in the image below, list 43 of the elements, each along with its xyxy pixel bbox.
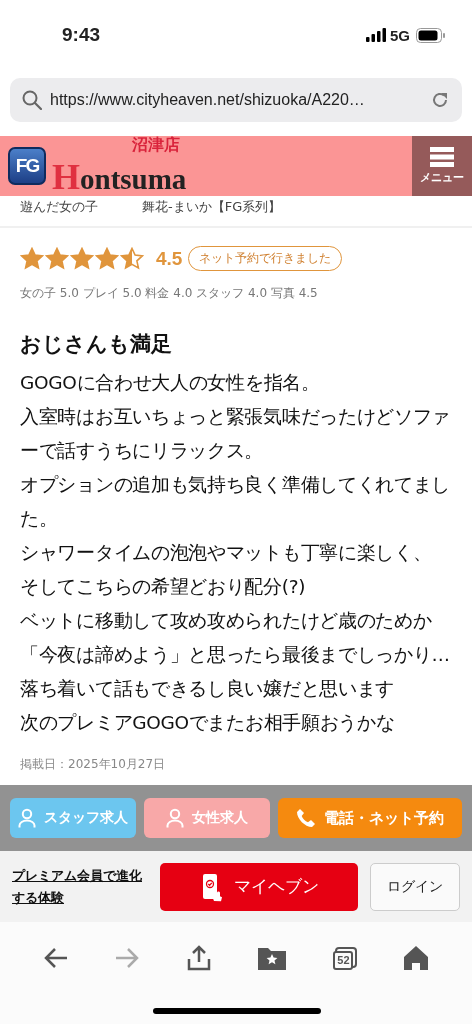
address-bar[interactable]: https://www.cityheaven.net/shizuoka/A220… xyxy=(10,78,462,122)
menu-button[interactable]: メニュー xyxy=(412,136,472,196)
url-text: https://www.cityheaven.net/shizuoka/A220… xyxy=(50,91,366,109)
review-text: 次のプレミアGOGOでまたお相手願おうかな xyxy=(20,711,396,735)
review-title: おじさんも満足 xyxy=(20,331,173,358)
share-icon[interactable] xyxy=(186,945,213,971)
review-text: 「今夜は諦めよう」と思ったら最後までしっかり… xyxy=(20,643,451,667)
search-icon xyxy=(22,90,42,110)
premium-link[interactable]: プレミアム会員で進化する体験 xyxy=(12,864,148,909)
person-icon xyxy=(18,808,36,828)
mypage-button[interactable]: マイヘブン xyxy=(160,862,358,911)
review-text: オプションの追加も気持ち良く準備してくれてました。 xyxy=(20,473,452,531)
branch-name: 沼津店 xyxy=(132,134,181,156)
review-text: 入室時はお互いちょっと緊張気味だったけどソファーで話すうちにリラックス。 xyxy=(20,405,452,463)
field-label: 遊んだ女の子 xyxy=(20,198,98,216)
clock-time: 9:43 xyxy=(62,24,102,46)
review-text: 落ち着いて話もできるし良い嬢だと思います xyxy=(20,677,395,701)
half-star-icon xyxy=(120,247,144,270)
review-text: ベットに移動して攻め攻められたけど歳のためか xyxy=(20,609,433,633)
review-text: そしてこちらの希望どおり配分(?) xyxy=(20,575,307,599)
logo-text: Hontsuma xyxy=(52,155,187,198)
back-arrow-icon[interactable] xyxy=(42,947,69,969)
review-text: GOGOに合わせ大人の女性を指名。 xyxy=(20,371,321,395)
network-label: 5G xyxy=(390,26,410,44)
star-icon xyxy=(45,247,69,270)
star-icon xyxy=(20,247,44,270)
battery-icon xyxy=(416,27,446,43)
login-button[interactable]: ログイン xyxy=(370,862,460,911)
person-icon xyxy=(166,808,184,828)
rating-score: 4.5 xyxy=(156,247,183,270)
posted-date: 掲載日：2025年10月27日 xyxy=(20,756,167,773)
star-icon xyxy=(70,247,94,270)
score-breakdown: 女の子 5.0 プレイ 5.0 料金 4.0 スタッフ 4.0 写真 4.5 xyxy=(20,285,319,302)
menu-icon xyxy=(430,147,454,167)
bookmark-folder-icon[interactable] xyxy=(257,946,286,970)
reload-icon[interactable] xyxy=(430,90,450,110)
logo-badge: FG xyxy=(8,147,46,185)
phone-icon xyxy=(296,808,316,828)
signal-icon xyxy=(366,28,386,42)
home-icon[interactable] xyxy=(403,945,430,971)
review-text: シャワータイムの泡泡やマットも丁寧に楽しく、 xyxy=(20,541,433,565)
star-icon xyxy=(95,247,119,270)
girl-name: 舞花-まいか【FG系列】 xyxy=(142,198,282,216)
